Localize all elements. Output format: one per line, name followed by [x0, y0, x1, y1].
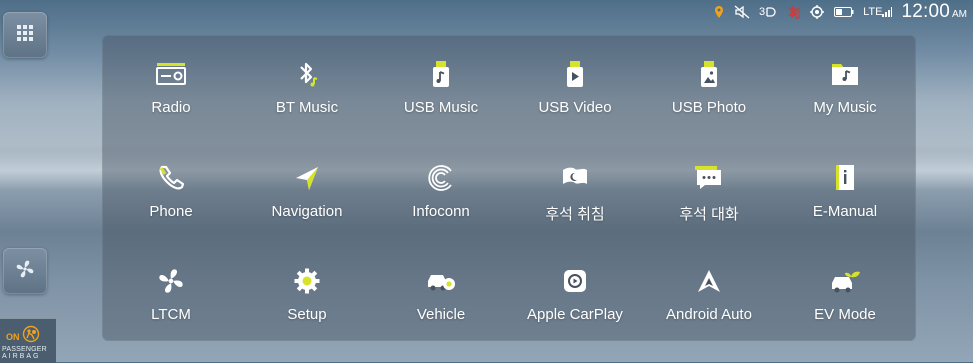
- app-phone[interactable]: Phone: [104, 145, 238, 235]
- navigation-icon: [290, 163, 324, 193]
- app-grid: Radio BT Music USB Music USB Video USB P…: [102, 35, 916, 341]
- app-label: 후석 취침: [545, 206, 605, 223]
- app-vehicle[interactable]: Vehicle: [374, 248, 508, 338]
- app-apple-carplay[interactable]: Apple CarPlay: [508, 248, 642, 338]
- app-usb-video[interactable]: USB Video: [508, 41, 642, 131]
- app-rear-sleep[interactable]: 후석 취침: [508, 145, 642, 235]
- clock-ampm: AM: [952, 9, 967, 20]
- usb-photo-icon: [692, 59, 726, 89]
- clock: 12:00 AM: [901, 1, 967, 23]
- rear-chat-icon: [692, 163, 726, 193]
- home-menu-button[interactable]: [3, 12, 47, 58]
- app-label: Apple CarPlay: [527, 306, 623, 323]
- app-label: Setup: [287, 306, 327, 323]
- app-ev-mode[interactable]: EV Mode: [778, 248, 912, 338]
- bluetooth-music-icon: [290, 59, 324, 89]
- app-label: USB Video: [538, 99, 612, 116]
- airbag-status: ON: [6, 332, 20, 342]
- fan-icon: [154, 266, 188, 296]
- airbag-icon: [22, 325, 40, 348]
- app-radio[interactable]: Radio: [104, 41, 238, 131]
- app-label: USB Music: [403, 99, 479, 116]
- bluetooth-battery-icon: [786, 4, 800, 20]
- location-icon: [713, 5, 725, 19]
- app-bt-music[interactable]: BT Music: [240, 41, 374, 131]
- app-label: 후석 대화: [679, 206, 739, 223]
- manual-icon: [828, 163, 862, 193]
- app-android-auto[interactable]: Android Auto: [642, 248, 776, 338]
- lte-signal: LTE: [863, 6, 893, 18]
- 3g-indicator: 3: [759, 6, 777, 18]
- app-label: My Music: [813, 99, 877, 116]
- grid-menu-icon: [16, 24, 34, 47]
- app-usb-music[interactable]: USB Music: [374, 41, 508, 131]
- airbag-label-line2: AIRBAG: [2, 353, 41, 360]
- app-e-manual[interactable]: E-Manual: [778, 145, 912, 235]
- app-label: LTCM: [151, 306, 191, 323]
- app-label: USB Photo: [671, 99, 747, 116]
- app-setup[interactable]: Setup: [240, 248, 374, 338]
- passenger-airbag-indicator: ON PASSENGER AIRBAG: [0, 318, 56, 363]
- app-my-music[interactable]: My Music: [778, 41, 912, 131]
- status-bar: 3 LTE 12:00 AM: [700, 0, 973, 24]
- app-ltcm[interactable]: LTCM: [104, 248, 238, 338]
- clock-time: 12:00: [901, 1, 950, 22]
- infoconn-icon: [424, 163, 458, 193]
- rear-sleep-icon: [558, 163, 592, 193]
- android-auto-icon: [692, 266, 726, 296]
- usb-video-icon: [558, 59, 592, 89]
- app-rear-chat[interactable]: 후석 대화: [642, 145, 776, 235]
- settings-sync-icon: [809, 4, 825, 20]
- battery-icon: [834, 7, 854, 17]
- app-label: Infoconn: [412, 203, 470, 220]
- app-navigation[interactable]: Navigation: [240, 145, 374, 235]
- app-usb-photo[interactable]: USB Photo: [642, 41, 776, 131]
- app-label: Navigation: [271, 203, 343, 220]
- mute-icon: [734, 5, 750, 19]
- fan-icon: [15, 259, 35, 284]
- app-label: Phone: [149, 203, 193, 220]
- carplay-icon: [558, 266, 592, 296]
- app-launcher-panel: Radio BT Music USB Music USB Video USB P…: [102, 35, 916, 341]
- app-label: Android Auto: [666, 306, 752, 323]
- airbag-label: PASSENGER AIRBAG: [2, 346, 47, 360]
- vehicle-icon: [424, 266, 458, 296]
- ev-mode-icon: [828, 266, 862, 296]
- climate-button[interactable]: [3, 248, 47, 294]
- app-label: E-Manual: [812, 203, 878, 220]
- radio-icon: [154, 59, 188, 89]
- lte-label: LTE: [863, 6, 883, 18]
- usb-music-icon: [424, 59, 458, 89]
- gear-icon: [290, 266, 324, 296]
- folder-music-icon: [828, 59, 862, 89]
- app-label: BT Music: [275, 99, 339, 116]
- app-infoconn[interactable]: Infoconn: [374, 145, 508, 235]
- app-label: Vehicle: [416, 306, 466, 323]
- phone-icon: [154, 163, 188, 193]
- airbag-label-line1: PASSENGER: [2, 346, 47, 353]
- app-label: EV Mode: [814, 306, 876, 323]
- app-label: Radio: [151, 99, 191, 116]
